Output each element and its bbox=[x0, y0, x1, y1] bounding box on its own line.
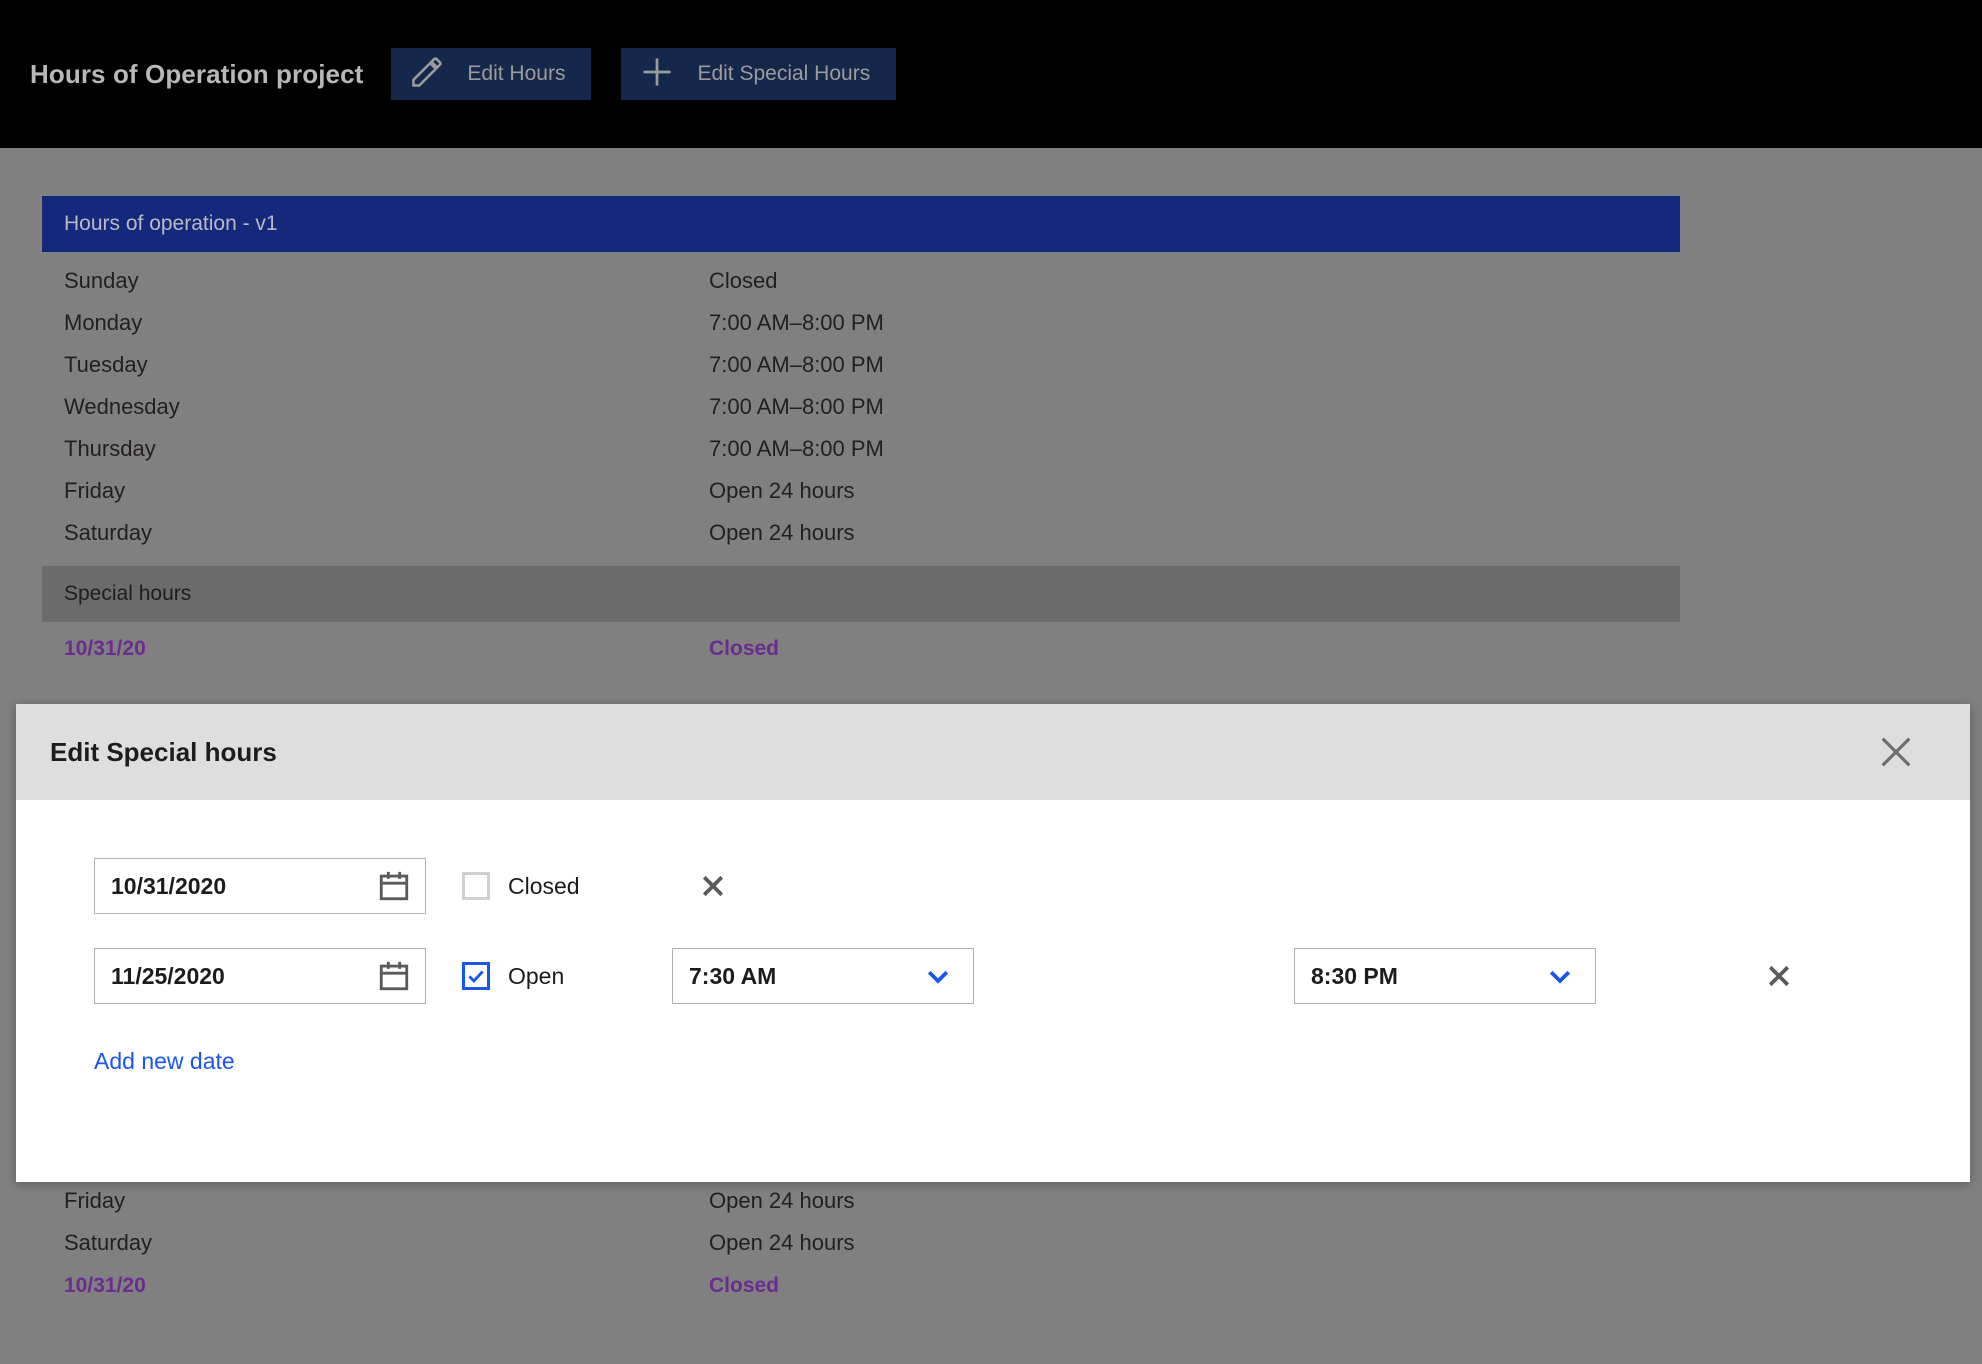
pencil-icon bbox=[409, 54, 445, 95]
hours-value: Open 24 hours bbox=[709, 1188, 855, 1214]
plus-icon bbox=[639, 54, 675, 95]
date-input-value: 11/25/2020 bbox=[111, 963, 225, 990]
day-label: Sunday bbox=[64, 268, 709, 294]
hours-value: Open 24 hours bbox=[709, 520, 855, 546]
special-hours-edit-row: 11/25/2020 Open bbox=[94, 948, 1970, 1004]
close-time-select[interactable]: 8:30 PM bbox=[1294, 948, 1596, 1004]
edit-special-hours-button[interactable]: Edit Special Hours bbox=[621, 48, 896, 100]
calendar-icon[interactable] bbox=[377, 869, 411, 903]
table-row: Saturday Open 24 hours bbox=[42, 1222, 1680, 1264]
hours-card-header: Hours of operation - v1 bbox=[42, 196, 1680, 252]
chevron-down-icon bbox=[923, 961, 953, 991]
add-new-date-link[interactable]: Add new date bbox=[94, 1048, 235, 1075]
dialog-title: Edit Special hours bbox=[50, 737, 277, 768]
table-row: Tuesday 7:00 AM–8:00 PM bbox=[42, 344, 1680, 386]
hours-value: Closed bbox=[709, 268, 777, 294]
edit-hours-button-label: Edit Hours bbox=[467, 62, 565, 86]
special-hours-value: Closed bbox=[709, 1274, 779, 1298]
special-date-label: 10/31/20 bbox=[64, 1274, 709, 1298]
close-time-value: 8:30 PM bbox=[1311, 963, 1398, 990]
special-hours-row: 10/31/20 Closed bbox=[42, 622, 1680, 666]
close-icon[interactable] bbox=[1870, 726, 1922, 778]
date-input[interactable]: 11/25/2020 bbox=[94, 948, 426, 1004]
checkbox-box[interactable] bbox=[462, 872, 490, 900]
dialog-header: Edit Special hours bbox=[16, 704, 1970, 800]
day-label: Thursday bbox=[64, 436, 709, 462]
hours-value: 7:00 AM–8:00 PM bbox=[709, 310, 884, 336]
hours-list: Sunday Closed Monday 7:00 AM–8:00 PM Tue… bbox=[42, 252, 1680, 554]
calendar-icon[interactable] bbox=[377, 959, 411, 993]
table-row: Sunday Closed bbox=[42, 260, 1680, 302]
hours-value: 7:00 AM–8:00 PM bbox=[709, 352, 884, 378]
hours-card-title: Hours of operation - v1 bbox=[64, 212, 278, 236]
remove-row-button[interactable] bbox=[690, 863, 736, 909]
edit-special-hours-button-label: Edit Special Hours bbox=[697, 62, 870, 86]
special-date-label: 10/31/20 bbox=[64, 637, 709, 661]
day-label: Friday bbox=[64, 478, 709, 504]
dialog-body: 10/31/2020 Closed bbox=[16, 800, 1970, 1075]
special-hours-edit-row: 10/31/2020 Closed bbox=[94, 858, 1970, 914]
edit-special-hours-dialog: Edit Special hours 10/31/2020 bbox=[16, 704, 1970, 1182]
date-input[interactable]: 10/31/2020 bbox=[94, 858, 426, 914]
day-label: Monday bbox=[64, 310, 709, 336]
hours-value: 7:00 AM–8:00 PM bbox=[709, 394, 884, 420]
day-label: Friday bbox=[64, 1188, 709, 1214]
hours-value: Open 24 hours bbox=[709, 1230, 855, 1256]
page-title: Hours of Operation project bbox=[30, 59, 363, 90]
day-label: Wednesday bbox=[64, 394, 709, 420]
open-checkbox-label: Open bbox=[508, 963, 564, 990]
open-time-select[interactable]: 7:30 AM bbox=[672, 948, 974, 1004]
closed-checkbox-label: Closed bbox=[508, 873, 580, 900]
chevron-down-icon bbox=[1545, 961, 1575, 991]
table-row: Thursday 7:00 AM–8:00 PM bbox=[42, 428, 1680, 470]
hours-value: 7:00 AM–8:00 PM bbox=[709, 436, 884, 462]
special-hours-band-label: Special hours bbox=[64, 582, 191, 606]
edit-hours-button[interactable]: Edit Hours bbox=[391, 48, 591, 100]
day-label: Tuesday bbox=[64, 352, 709, 378]
open-checkbox[interactable]: Open bbox=[462, 962, 672, 990]
table-row: Wednesday 7:00 AM–8:00 PM bbox=[42, 386, 1680, 428]
closed-checkbox[interactable]: Closed bbox=[462, 872, 672, 900]
special-hours-value: Closed bbox=[709, 637, 779, 661]
table-row: Friday Open 24 hours bbox=[42, 1180, 1680, 1222]
special-hours-band: Special hours bbox=[42, 566, 1680, 622]
date-input-value: 10/31/2020 bbox=[111, 873, 226, 900]
app-root: Hours of Operation project Edit Hours Ed… bbox=[0, 0, 1982, 1364]
table-row: Monday 7:00 AM–8:00 PM bbox=[42, 302, 1680, 344]
top-toolbar: Hours of Operation project Edit Hours Ed… bbox=[0, 0, 1982, 148]
special-hours-row: 10/31/20 Closed bbox=[42, 1264, 1680, 1308]
checkbox-box[interactable] bbox=[462, 962, 490, 990]
remove-row-button[interactable] bbox=[1756, 953, 1802, 999]
day-label: Saturday bbox=[64, 1230, 709, 1256]
hours-card: Hours of operation - v1 Sunday Closed Mo… bbox=[42, 196, 1680, 666]
open-time-value: 7:30 AM bbox=[689, 963, 776, 990]
hours-list-lower-fragment: Friday Open 24 hours Saturday Open 24 ho… bbox=[42, 1180, 1680, 1308]
table-row: Friday Open 24 hours bbox=[42, 470, 1680, 512]
day-label: Saturday bbox=[64, 520, 709, 546]
hours-value: Open 24 hours bbox=[709, 478, 855, 504]
table-row: Saturday Open 24 hours bbox=[42, 512, 1680, 554]
